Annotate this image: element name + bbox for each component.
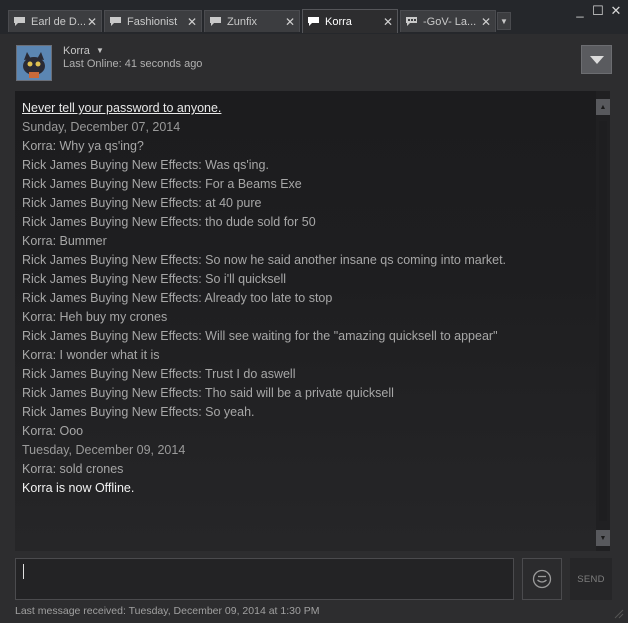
group-chat-icon [406,17,417,26]
chevron-down-icon[interactable]: ▼ [96,46,104,55]
friend-name[interactable]: Korra [63,45,90,57]
chat-bubble-icon [14,17,25,26]
scrollbar-track[interactable] [599,121,607,521]
tab-gov-group[interactable]: -GoV- La... ✕ [400,10,496,32]
date-separator: Sunday, December 07, 2014 [22,120,181,134]
chat-bubble-icon [210,17,221,26]
friend-status: Last Online: 41 seconds ago [63,58,203,70]
chat-message: Korra: I wonder what it is [22,348,160,362]
status-event: Korra is now Offline. [22,481,135,495]
chat-message: Korra: Bummer [22,234,107,248]
avatar-image [17,46,51,80]
chevron-down-icon: ▼ [500,16,508,26]
chat-message: Korra: sold crones [22,462,124,476]
chat-bubble-icon [308,17,319,26]
chat-message: Rick James Buying New Effects: Tho said … [22,386,394,400]
chat-message: Rick James Buying New Effects: Was qs'in… [22,158,269,172]
chat-message: Rick James Buying New Effects: tho dude … [22,215,316,229]
close-window-button[interactable]: ✕ [608,4,624,18]
date-separator: Tuesday, December 09, 2014 [22,443,186,457]
smiley-icon [532,569,552,589]
scroll-up-button[interactable]: ▲ [596,99,610,115]
tab-close-button[interactable]: ✕ [283,15,297,29]
tab-overflow-dropdown[interactable]: ▼ [497,12,511,30]
resize-grip-icon[interactable] [612,607,624,619]
chat-log: Never tell your password to anyone. Sunda… [15,91,596,551]
chat-message: Rick James Buying New Effects: For a Bea… [22,177,302,191]
tab-label: Fashionist [127,15,178,28]
tab-close-button[interactable]: ✕ [381,15,395,29]
chat-message: Korra: Why ya qs'ing? [22,139,144,153]
send-button[interactable]: SEND [570,558,612,600]
emoticon-button[interactable] [522,558,562,600]
last-message-status: Last message received: Tuesday, December… [15,605,320,617]
chat-message: Korra: Ooo [22,424,84,438]
chat-message: Rick James Buying New Effects: Already t… [22,291,333,305]
tab-close-button[interactable]: ✕ [85,15,99,29]
tab-label: Zunfix [227,15,257,28]
security-warning: Never tell your password to anyone. [22,101,222,115]
chat-message: Korra: Heh buy my crones [22,310,168,324]
tab-label: Korra [325,15,352,28]
tab-korra[interactable]: Korra ✕ [302,9,398,33]
tab-earl[interactable]: Earl de D... ✕ [8,10,102,32]
tab-label: Earl de D... [31,15,85,28]
tab-zunfix[interactable]: Zunfix ✕ [204,10,300,32]
chat-message: Rick James Buying New Effects: So now he… [22,253,507,267]
chat-message: Rick James Buying New Effects: So i'll q… [22,272,287,286]
chat-message: Rick James Buying New Effects: Trust I d… [22,367,296,381]
chat-message: Rick James Buying New Effects: at 40 pur… [22,196,262,210]
chat-message: Rick James Buying New Effects: So yeah. [22,405,255,419]
chevron-down-icon [589,55,604,64]
message-input[interactable] [15,558,514,600]
maximize-button[interactable]: ☐ [590,4,606,18]
tab-fashionist[interactable]: Fashionist ✕ [104,10,202,32]
chat-scrollbar[interactable]: ▲ ▼ [596,91,610,551]
tab-close-button[interactable]: ✕ [479,15,493,29]
chat-message: Rick James Buying New Effects: Will see … [22,329,498,343]
minimize-button[interactable]: _ [572,4,588,18]
chevron-down-icon: ▼ [599,534,607,542]
tab-close-button[interactable]: ✕ [185,15,199,29]
avatar[interactable] [16,45,52,81]
scroll-down-button[interactable]: ▼ [596,530,610,546]
chat-bubble-icon [110,17,121,26]
chat-options-button[interactable] [581,45,612,74]
chevron-up-icon: ▲ [599,103,607,111]
tab-label: -GoV- La... [423,15,477,28]
text-caret [23,564,24,579]
chat-lines: Never tell your password to anyone. Sunda… [22,99,592,498]
